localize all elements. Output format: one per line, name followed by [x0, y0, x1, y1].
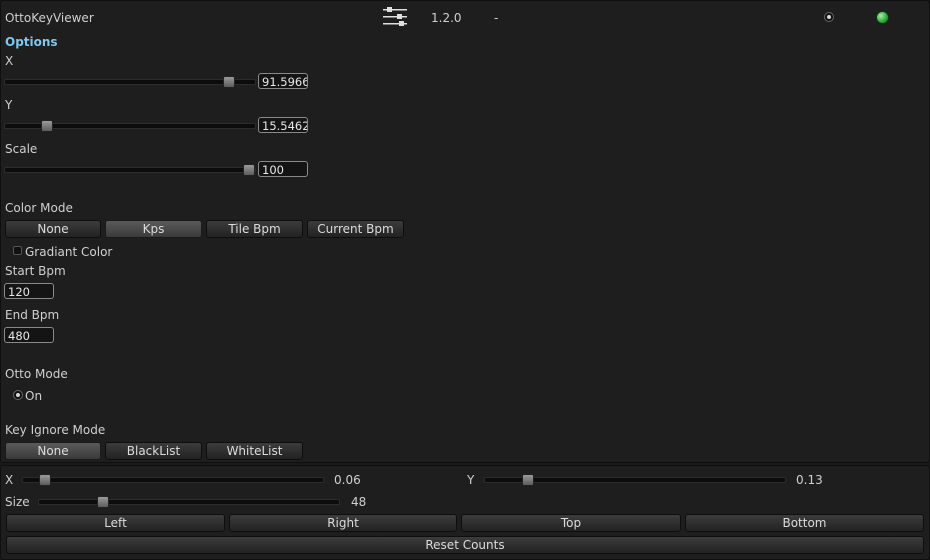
offset-x-value: 0.06	[334, 473, 361, 487]
key-ignore-whitelist-button[interactable]: WhiteList	[206, 442, 303, 460]
gradiant-color-label: Gradiant Color	[25, 245, 113, 259]
key-ignore-none-button[interactable]: None	[5, 442, 101, 460]
color-mode-tile-bpm-button[interactable]: Tile Bpm	[206, 220, 303, 238]
start-bpm-field[interactable]: 120	[4, 283, 54, 299]
scale-value-field[interactable]: 100	[258, 161, 308, 177]
version-label: 1.2.0	[431, 11, 462, 25]
color-mode-kps-button[interactable]: Kps	[105, 220, 202, 238]
scale-label: Scale	[5, 142, 38, 156]
y-slider-thumb[interactable]	[41, 120, 53, 132]
end-bpm-label: End Bpm	[5, 308, 60, 322]
options-header: Options	[5, 35, 58, 49]
color-mode-current-bpm-button[interactable]: Current Bpm	[307, 220, 404, 238]
offset-x-slider[interactable]	[22, 477, 324, 483]
enable-radio[interactable]	[824, 12, 834, 22]
size-slider-thumb[interactable]	[97, 496, 109, 508]
y-label: Y	[5, 98, 13, 112]
gradiant-color-checkbox[interactable]	[13, 246, 22, 255]
offset-y-value: 0.13	[796, 473, 823, 487]
offset-x-slider-thumb[interactable]	[39, 474, 51, 486]
x-value-field[interactable]: 91.5966	[258, 73, 308, 89]
mod-title: OttoKeyViewer	[5, 11, 94, 25]
key-ignore-blacklist-button[interactable]: BlackList	[105, 442, 202, 460]
x-label: X	[5, 54, 14, 68]
scale-slider[interactable]	[4, 167, 256, 173]
status-green-icon	[876, 11, 889, 24]
otto-mode-on-label: On	[25, 389, 43, 403]
align-top-button[interactable]: Top	[461, 514, 681, 532]
otto-mode-label: Otto Mode	[5, 367, 68, 381]
reset-counts-button[interactable]: Reset Counts	[6, 536, 924, 554]
size-value: 48	[351, 495, 367, 509]
key-ignore-mode-label: Key Ignore Mode	[5, 423, 106, 437]
start-bpm-label: Start Bpm	[5, 264, 66, 278]
align-bottom-button[interactable]: Bottom	[685, 514, 924, 532]
x-slider-thumb[interactable]	[223, 76, 235, 88]
color-mode-label: Color Mode	[5, 201, 73, 215]
offset-x-label: X	[5, 473, 14, 487]
offset-y-label: Y	[467, 473, 475, 487]
sliders-icon[interactable]	[383, 5, 407, 29]
color-mode-none-button[interactable]: None	[5, 220, 101, 238]
scale-slider-thumb[interactable]	[243, 164, 255, 176]
align-right-button[interactable]: Right	[229, 514, 457, 532]
version-separator: -	[494, 11, 499, 25]
end-bpm-field[interactable]: 480	[4, 327, 54, 343]
offset-y-slider-thumb[interactable]	[522, 474, 534, 486]
y-value-field[interactable]: 15.5462	[258, 117, 308, 133]
align-left-button[interactable]: Left	[6, 514, 225, 532]
x-slider[interactable]	[4, 79, 256, 85]
otto-mode-on-radio[interactable]	[13, 390, 23, 400]
size-slider[interactable]	[38, 499, 340, 505]
size-label: Size	[5, 495, 30, 509]
